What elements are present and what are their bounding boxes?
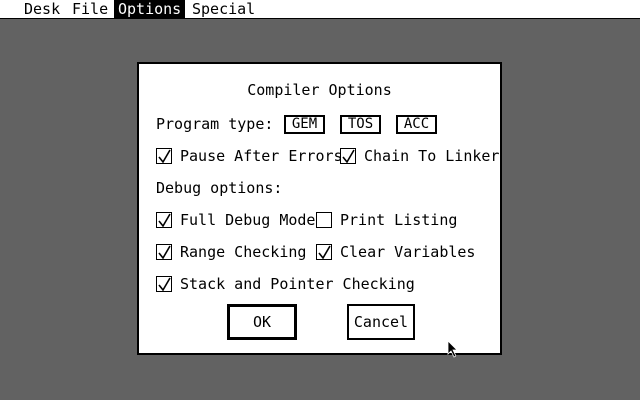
checkbox-box[interactable]	[316, 244, 332, 260]
print-listing-label: Print Listing	[340, 211, 458, 229]
program-type-gem-button[interactable]: GEM	[284, 115, 325, 134]
full-debug-mode-label: Full Debug Mode	[180, 211, 316, 229]
menu-bar: Desk File Options Special	[0, 0, 640, 19]
pause-after-errors-checkbox[interactable]: Pause After Errors	[156, 147, 343, 165]
stack-pointer-checking-checkbox[interactable]: Stack and Pointer Checking	[156, 275, 415, 293]
checkmark-icon	[158, 277, 171, 292]
program-type-tos-button[interactable]: TOS	[340, 115, 381, 134]
cancel-button[interactable]: Cancel	[347, 304, 415, 340]
range-checking-checkbox[interactable]: Range Checking	[156, 243, 306, 261]
checkmark-icon	[342, 149, 355, 164]
ok-button[interactable]: OK	[227, 304, 297, 340]
checkbox-box[interactable]	[156, 244, 172, 260]
chain-to-linker-checkbox[interactable]: Chain To Linker	[340, 147, 499, 165]
menu-desk[interactable]: Desk	[20, 0, 64, 18]
checkmark-icon	[318, 245, 331, 260]
menu-options[interactable]: Options	[114, 0, 186, 18]
checkbox-box[interactable]	[156, 212, 172, 228]
program-type-acc-button[interactable]: ACC	[396, 115, 437, 134]
dialog-title: Compiler Options	[247, 81, 392, 99]
checkbox-box[interactable]	[156, 276, 172, 292]
clear-variables-checkbox[interactable]: Clear Variables	[316, 243, 475, 261]
checkmark-icon	[158, 213, 171, 228]
menu-special[interactable]: Special	[188, 0, 259, 18]
checkbox-box[interactable]	[156, 148, 172, 164]
full-debug-mode-checkbox[interactable]: Full Debug Mode	[156, 211, 315, 229]
print-listing-checkbox[interactable]: Print Listing	[316, 211, 457, 229]
menu-file[interactable]: File	[68, 0, 112, 18]
checkbox-box[interactable]	[340, 148, 356, 164]
checkbox-box[interactable]	[316, 212, 332, 228]
program-type-label: Program type:	[156, 115, 274, 133]
chain-to-linker-label: Chain To Linker	[364, 147, 500, 165]
range-checking-label: Range Checking	[180, 243, 307, 261]
checkmark-icon	[158, 245, 171, 260]
mouse-pointer-icon	[447, 340, 458, 358]
pause-after-errors-label: Pause After Errors	[180, 147, 343, 165]
stack-pointer-checking-label: Stack and Pointer Checking	[180, 275, 415, 293]
debug-options-label: Debug options:	[156, 179, 283, 197]
checkmark-icon	[158, 149, 171, 164]
clear-variables-label: Clear Variables	[340, 243, 476, 261]
compiler-options-dialog: Compiler Options Program type: GEM TOS A…	[137, 62, 502, 355]
